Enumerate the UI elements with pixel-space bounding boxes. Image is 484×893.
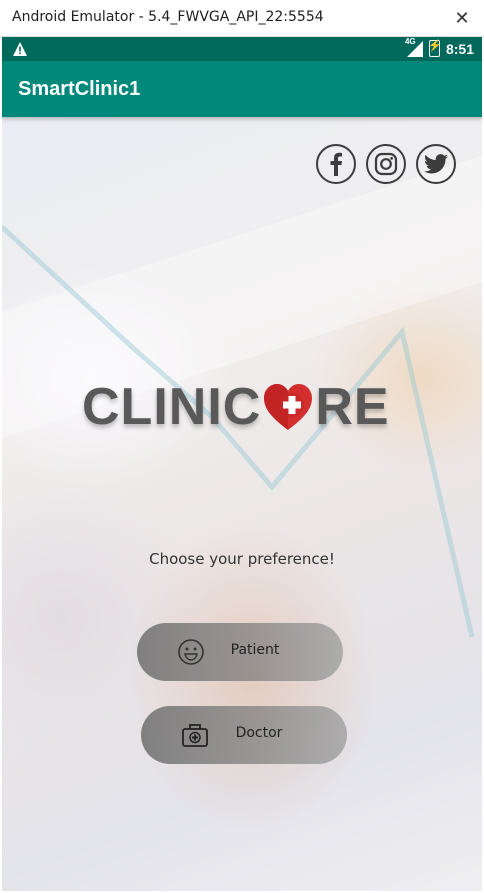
heart-cross-icon — [264, 384, 313, 430]
battery-icon — [428, 39, 442, 57]
logo-text-left: CLINIC — [82, 378, 262, 436]
window-title: Android Emulator - 5.4_FWVGA_API_22:5554 — [12, 9, 324, 25]
facebook-icon[interactable] — [316, 144, 356, 184]
status-bar: 4G 8:51 — [2, 37, 482, 61]
app-title: SmartClinic1 — [18, 78, 141, 100]
window-titlebar: Android Emulator - 5.4_FWVGA_API_22:5554… — [0, 0, 484, 37]
app-bar: SmartClinic1 — [2, 61, 482, 117]
doctor-button[interactable]: Doctor — [141, 706, 347, 764]
device-screen: 4G 8:51 SmartClinic1 CLINIC — [2, 37, 482, 891]
doctor-button-label: Doctor — [235, 725, 283, 741]
instagram-icon[interactable] — [366, 144, 406, 184]
warning-icon — [13, 42, 27, 56]
preference-prompt: Choose your preference! — [149, 550, 335, 568]
twitter-icon[interactable] — [416, 144, 456, 184]
window-close-icon[interactable]: ✕ — [450, 6, 474, 30]
logo-text-right: RE — [315, 378, 390, 436]
main-content: CLINIC RE Choose your preference! Patien… — [2, 117, 482, 891]
patient-button-label: Patient — [230, 642, 280, 658]
background-graph-line — [2, 225, 475, 638]
signal-icon: 4G — [405, 37, 423, 57]
clinicare-logo: CLINIC RE — [82, 372, 402, 442]
status-time: 8:51 — [445, 40, 474, 57]
patient-button[interactable]: Patient — [137, 623, 343, 681]
